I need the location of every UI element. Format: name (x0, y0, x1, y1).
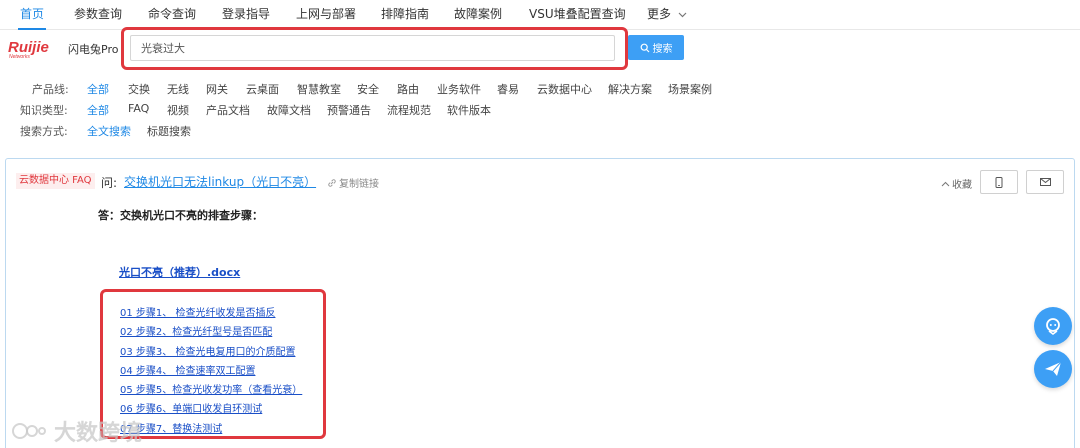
step-link-4[interactable]: 04 步骤4、 检查速率双工配置 (120, 362, 255, 377)
nav-more[interactable]: 更多 (647, 0, 687, 30)
search-button-label: 搜索 (652, 44, 673, 55)
filter-mode-fulltext[interactable]: 全文搜索 (87, 123, 131, 139)
nav-parameter-query[interactable]: 参数查询 (74, 0, 122, 30)
svg-text:Networks: Networks (9, 54, 30, 60)
link-icon (328, 178, 336, 187)
nav-vsu-config[interactable]: VSU堆叠配置查询 (529, 0, 626, 30)
chevron-down-icon (678, 12, 687, 17)
top-nav: 首页 参数查询 命令查询 登录指导 上网与部署 排障指南 故障案例 VSU堆叠配… (0, 0, 1080, 30)
chevron-up-icon (941, 181, 950, 186)
nav-more-label: 更多 (647, 7, 672, 21)
filter-type-software-version[interactable]: 软件版本 (447, 102, 491, 118)
collect-label: 收藏 (952, 180, 972, 191)
step-link-5[interactable]: 05 步骤5、检查光收发功率（查看光衰） (120, 381, 302, 396)
paper-plane-icon (1045, 361, 1062, 376)
watermark-logo-icon (12, 423, 46, 439)
nav-deployment[interactable]: 上网与部署 (296, 0, 356, 30)
nav-troubleshooting-guide[interactable]: 排障指南 (381, 0, 429, 30)
collect-button[interactable]: 收藏 (941, 176, 972, 191)
filter-type-video[interactable]: 视频 (167, 102, 189, 118)
copy-link-button[interactable]: 复制链接 (327, 175, 379, 190)
filter-product-cloud-desktop[interactable]: 云桌面 (246, 81, 279, 97)
mail-icon (1039, 178, 1051, 186)
search-icon (640, 43, 649, 52)
filter-label-knowledge-type: 知识类型: (20, 104, 68, 117)
filter-type-fault-docs[interactable]: 故障文档 (267, 102, 311, 118)
answer-text: 答：交换机光口不亮的排查步骤： (98, 209, 263, 222)
filter-product-wireless[interactable]: 无线 (167, 81, 189, 97)
filter-label-search-mode: 搜索方式: (20, 125, 68, 138)
filter-product-business-software[interactable]: 业务软件 (437, 81, 481, 97)
filter-type-process[interactable]: 流程规范 (387, 102, 431, 118)
mobile-view-button[interactable] (980, 170, 1018, 194)
filter-product-routing[interactable]: 路由 (397, 81, 419, 97)
copy-link-label: 复制链接 (339, 179, 379, 190)
customer-service-button[interactable] (1034, 307, 1072, 345)
nav-command-query[interactable]: 命令查询 (148, 0, 196, 30)
filter-product-smart-classroom[interactable]: 智慧教室 (297, 81, 341, 97)
search-button[interactable]: 搜索 (628, 35, 684, 60)
filter-product-reyee[interactable]: 睿易 (497, 81, 519, 97)
filter-type-product-docs[interactable]: 产品文档 (206, 102, 250, 118)
watermark-text: 大数跨境 (54, 421, 143, 446)
step-link-3[interactable]: 03 步骤3、 检查光电复用口的介质配置 (120, 343, 295, 358)
ruijie-logo: Ruijie Networks (8, 38, 68, 60)
filter-type-faq[interactable]: FAQ (128, 102, 149, 115)
filter-type-alerts[interactable]: 预警通告 (327, 102, 371, 118)
product-name: 闪电兔Pro (68, 43, 119, 56)
chat-bot-icon (1046, 318, 1060, 335)
document-link[interactable]: 光口不亮（推荐）.docx (119, 264, 240, 280)
filter-product-cloud-datacenter[interactable]: 云数据中心 (537, 81, 592, 97)
filter-type-all[interactable]: 全部 (87, 102, 109, 118)
step-link-6[interactable]: 06 步骤6、单端口收发自环测试 (120, 400, 262, 415)
result-title-link[interactable]: 交换机光口无法linkup（光口不亮） (124, 173, 316, 190)
filter-product-solutions[interactable]: 解决方案 (608, 81, 652, 97)
nav-home[interactable]: 首页 (17, 0, 47, 30)
filter-mode-title[interactable]: 标题搜索 (147, 123, 191, 139)
watermark: 大数跨境 (10, 415, 142, 447)
category-badge: 云数据中心 FAQ (16, 173, 95, 189)
filter-product-switch[interactable]: 交换 (128, 81, 150, 97)
filter-label-product-line: 产品线: (32, 83, 69, 96)
search-input[interactable] (130, 35, 615, 61)
filter-product-security[interactable]: 安全 (357, 81, 379, 97)
mobile-icon (995, 176, 1003, 188)
nav-fault-cases[interactable]: 故障案例 (454, 0, 502, 30)
filter-product-gateway[interactable]: 网关 (206, 81, 228, 97)
nav-login-guide[interactable]: 登录指导 (222, 0, 270, 30)
filter-product-all[interactable]: 全部 (87, 81, 109, 97)
feedback-send-button[interactable] (1034, 350, 1072, 388)
question-prefix: 问: (101, 176, 118, 190)
step-link-2[interactable]: 02 步骤2、检查光纤型号是否匹配 (120, 323, 272, 338)
filter-product-scenario-cases[interactable]: 场景案例 (668, 81, 712, 97)
step-link-1[interactable]: 01 步骤1、 检查光纤收发是否插反 (120, 304, 275, 319)
email-share-button[interactable] (1026, 170, 1064, 194)
